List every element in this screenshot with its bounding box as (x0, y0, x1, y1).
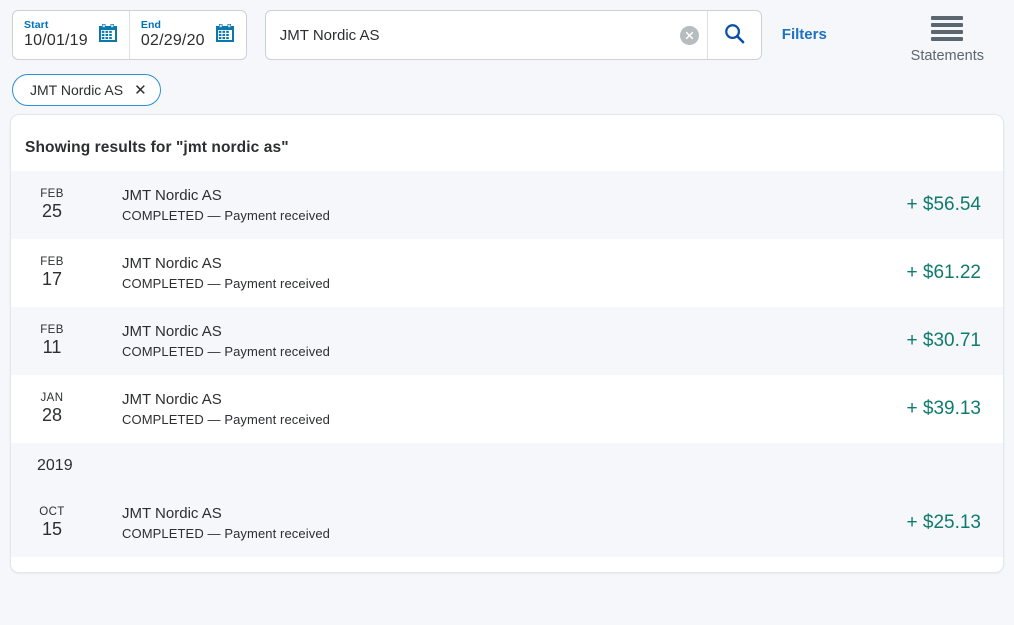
transaction-name: JMT Nordic AS (122, 255, 907, 272)
filters-link[interactable]: Filters (782, 26, 827, 43)
transaction-status: COMPLETED — Payment received (122, 412, 907, 427)
transaction-amount: + $61.22 (907, 262, 982, 284)
transaction-amount: + $56.54 (907, 194, 982, 216)
end-date-label: End (141, 19, 205, 31)
transaction-row[interactable]: FEB17 JMT Nordic AS COMPLETED — Payment re… (11, 239, 1003, 307)
transaction-amount: + $25.13 (907, 512, 982, 534)
transaction-month: FEB (21, 256, 83, 269)
results-heading: Showing results for "jmt nordic as" (11, 115, 1003, 157)
transaction-status: COMPLETED — Payment received (122, 276, 907, 291)
start-date-value: 10/01/19 (24, 32, 88, 50)
start-date-text: Start 10/01/19 (24, 19, 88, 50)
hamburger-icon (931, 16, 963, 41)
transaction-date: FEB17 (21, 256, 83, 289)
transaction-name: JMT Nordic AS (122, 505, 907, 522)
close-icon[interactable]: ✕ (134, 83, 147, 98)
filter-chip-label: JMT Nordic AS (30, 82, 123, 98)
transaction-details: JMT Nordic AS COMPLETED — Payment receive… (83, 391, 907, 427)
transaction-name: JMT Nordic AS (122, 323, 907, 340)
transaction-name: JMT Nordic AS (122, 391, 907, 408)
transaction-amount: + $30.71 (907, 330, 982, 352)
filter-chip-row: JMT Nordic AS ✕ (0, 64, 1014, 110)
transaction-day: 11 (21, 338, 83, 358)
end-date-text: End 02/29/20 (141, 19, 205, 50)
transaction-date: FEB11 (21, 324, 83, 357)
transaction-month: JAN (21, 392, 83, 405)
transaction-row[interactable]: OCT15 JMT Nordic AS COMPLETED — Payment re… (11, 489, 1003, 557)
transaction-date: FEB25 (21, 188, 83, 221)
transaction-details: JMT Nordic AS COMPLETED — Payment receive… (83, 505, 907, 541)
year-label: 2019 (37, 457, 73, 475)
transaction-status: COMPLETED — Payment received (122, 208, 907, 223)
search-bar[interactable] (265, 10, 762, 60)
top-toolbar: Start 10/01/19 (0, 0, 1014, 64)
transaction-date: OCT15 (21, 506, 83, 539)
results-card: Showing results for "jmt nordic as" FEB2… (10, 114, 1004, 573)
transaction-details: JMT Nordic AS COMPLETED — Payment receive… (83, 323, 907, 359)
transaction-month: OCT (21, 506, 83, 519)
search-button[interactable] (707, 11, 761, 59)
calendar-icon[interactable] (215, 23, 235, 48)
statements-label: Statements (911, 48, 984, 64)
transaction-details: JMT Nordic AS COMPLETED — Payment receive… (83, 255, 907, 291)
transaction-day: 25 (21, 202, 83, 222)
start-date-label: Start (24, 19, 88, 31)
search-icon (723, 22, 746, 48)
end-date-value: 02/29/20 (141, 32, 205, 50)
transaction-row[interactable]: FEB11 JMT Nordic AS COMPLETED — Payment re… (11, 307, 1003, 375)
statements-button[interactable]: Statements (911, 16, 984, 64)
transaction-month: FEB (21, 324, 83, 337)
transaction-month: FEB (21, 188, 83, 201)
filter-chip[interactable]: JMT Nordic AS ✕ (12, 74, 161, 106)
transaction-day: 28 (21, 406, 83, 426)
transaction-row[interactable]: JAN28 JMT Nordic AS COMPLETED — Payment re… (11, 375, 1003, 443)
transaction-day: 17 (21, 270, 83, 290)
date-range-picker[interactable]: Start 10/01/19 (12, 10, 247, 60)
calendar-icon[interactable] (98, 23, 118, 48)
end-date-field[interactable]: End 02/29/20 (129, 11, 246, 59)
search-input-cell (266, 11, 707, 59)
transaction-amount: + $39.13 (907, 398, 982, 420)
transaction-date: JAN28 (21, 392, 83, 425)
start-date-field[interactable]: Start 10/01/19 (13, 11, 129, 59)
transaction-status: COMPLETED — Payment received (122, 344, 907, 359)
transaction-row[interactable]: FEB25 JMT Nordic AS COMPLETED — Payment re… (11, 171, 1003, 239)
search-input[interactable] (280, 27, 674, 44)
transaction-day: 15 (21, 520, 83, 540)
clear-circle-icon[interactable] (680, 26, 699, 45)
transaction-name: JMT Nordic AS (122, 187, 907, 204)
transaction-details: JMT Nordic AS COMPLETED — Payment receive… (83, 187, 907, 223)
year-divider: 2019 (11, 443, 1003, 489)
transaction-status: COMPLETED — Payment received (122, 526, 907, 541)
transaction-list: FEB25JMT Nordic ASCOMPLETED — Payment re… (11, 171, 1003, 557)
